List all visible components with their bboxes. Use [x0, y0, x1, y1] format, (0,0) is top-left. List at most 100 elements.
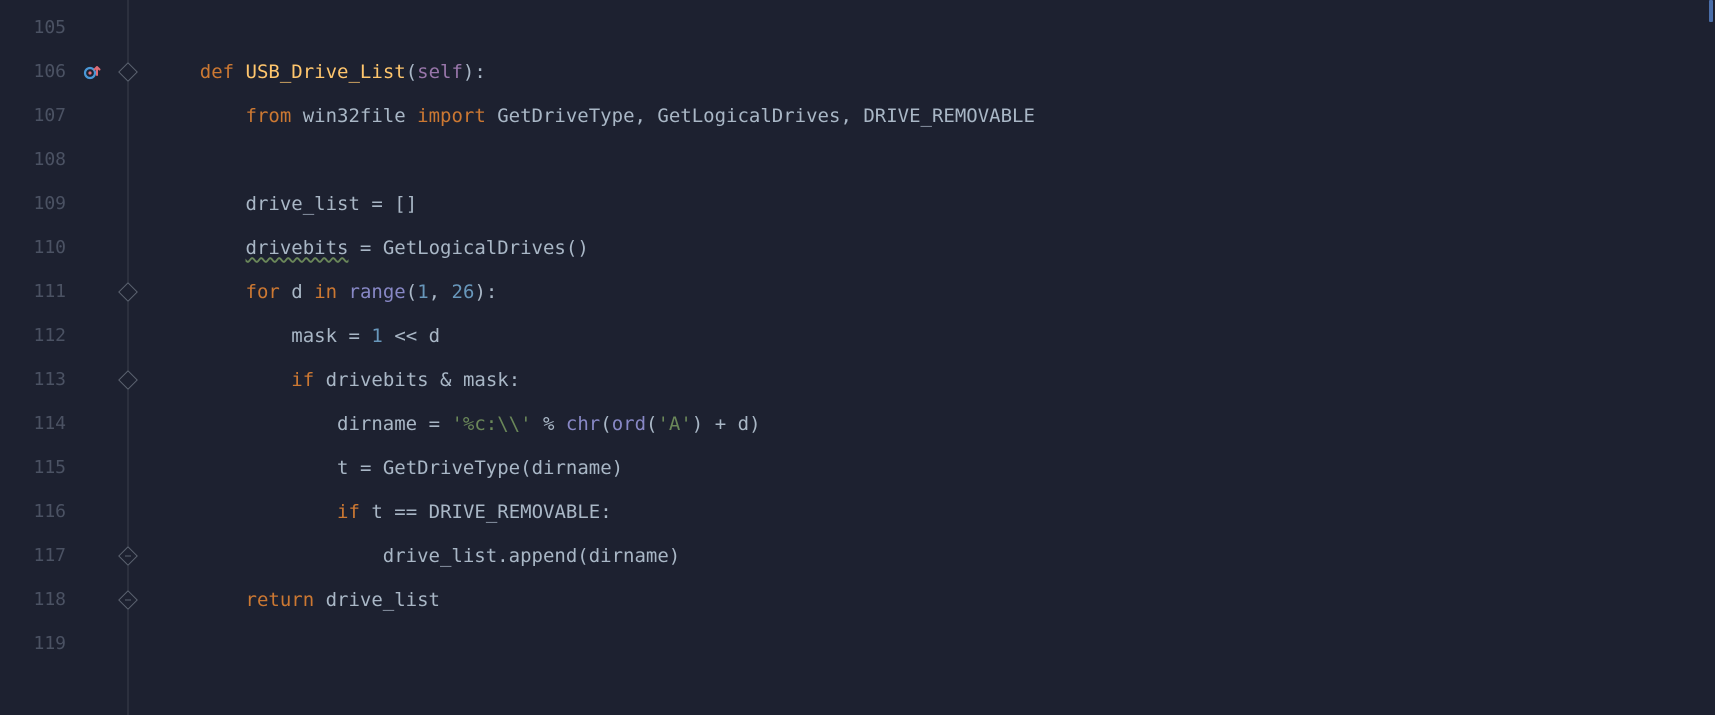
- keyword-if: if: [337, 503, 360, 522]
- gutter: 105 106 107 108 109 110 111 112 113 114 …: [0, 0, 110, 715]
- gutter-line[interactable]: 114: [0, 402, 110, 446]
- self-param: self: [417, 63, 463, 82]
- fold-row: [110, 622, 146, 666]
- indent: [154, 283, 246, 302]
- line-number: 105: [33, 19, 66, 37]
- keyword-import: import: [417, 107, 486, 126]
- fold-row: [110, 490, 146, 534]
- fold-row: [110, 270, 146, 314]
- gutter-line[interactable]: 117: [0, 534, 110, 578]
- line-number: 112: [33, 327, 66, 345]
- code-line[interactable]: if drivebits & mask:: [146, 358, 1715, 402]
- gutter-line[interactable]: 109: [0, 182, 110, 226]
- gutter-line[interactable]: 105: [0, 6, 110, 50]
- fold-row: [110, 578, 146, 622]
- fold-marker-icon[interactable]: [118, 590, 138, 610]
- scrollbar-marker[interactable]: [1709, 0, 1713, 22]
- code-line[interactable]: dirname = '%c:\\' % chr(ord('A') + d): [146, 402, 1715, 446]
- line-number: 110: [33, 239, 66, 257]
- code-line[interactable]: t = GetDriveType(dirname): [146, 446, 1715, 490]
- code-line[interactable]: [146, 138, 1715, 182]
- indent: [154, 547, 383, 566]
- indent: [154, 503, 337, 522]
- indent: [154, 459, 337, 478]
- code-line[interactable]: for d in range(1, 26):: [146, 270, 1715, 314]
- fold-row: [110, 226, 146, 270]
- indent: [154, 591, 246, 610]
- fold-row: [110, 94, 146, 138]
- gutter-line[interactable]: 108: [0, 138, 110, 182]
- fold-marker-icon[interactable]: [118, 546, 138, 566]
- gutter-line[interactable]: 116: [0, 490, 110, 534]
- line-number: 116: [33, 503, 66, 521]
- builtin-range: range: [349, 283, 406, 302]
- line-number: 109: [33, 195, 66, 213]
- warning-underline: drivebits: [246, 239, 349, 258]
- commit-arrow-icon[interactable]: [82, 61, 104, 83]
- line-number: 106: [33, 63, 66, 81]
- code-line[interactable]: mask = 1 << d: [146, 314, 1715, 358]
- code-editor: 105 106 107 108 109 110 111 112 113 114 …: [0, 0, 1715, 715]
- gutter-line[interactable]: 112: [0, 314, 110, 358]
- line-number: 115: [33, 459, 66, 477]
- code-line[interactable]: def USB_Drive_List(self):: [146, 50, 1715, 94]
- code-line[interactable]: [146, 622, 1715, 666]
- gutter-line[interactable]: 107: [0, 94, 110, 138]
- fold-marker-icon[interactable]: [118, 62, 138, 82]
- module-name: win32file: [303, 107, 406, 126]
- indent: [154, 107, 246, 126]
- builtin-ord: ord: [612, 415, 646, 434]
- keyword-from: from: [246, 107, 292, 126]
- fold-marker-icon[interactable]: [118, 370, 138, 390]
- keyword-def: def: [200, 63, 234, 82]
- fold-row: [110, 6, 146, 50]
- gutter-line[interactable]: 110: [0, 226, 110, 270]
- scrollbar-track[interactable]: [1701, 0, 1715, 715]
- line-number: 118: [33, 591, 66, 609]
- fold-row: [110, 358, 146, 402]
- indent: [154, 63, 200, 82]
- code-line[interactable]: return drive_list: [146, 578, 1715, 622]
- keyword-if: if: [291, 371, 314, 390]
- gutter-line[interactable]: 119: [0, 622, 110, 666]
- builtin-chr: chr: [566, 415, 600, 434]
- string-literal: '%c:\\': [451, 415, 531, 434]
- gutter-line[interactable]: 106: [0, 50, 110, 94]
- keyword-return: return: [246, 591, 315, 610]
- fold-row: [110, 314, 146, 358]
- line-number: 117: [33, 547, 66, 565]
- line-number: 107: [33, 107, 66, 125]
- gutter-line[interactable]: 111: [0, 270, 110, 314]
- keyword-for: for: [246, 283, 280, 302]
- fold-row: [110, 534, 146, 578]
- code-line[interactable]: if t == DRIVE_REMOVABLE:: [146, 490, 1715, 534]
- indent: [154, 327, 291, 346]
- fold-row: [110, 50, 146, 94]
- fold-marker-icon[interactable]: [118, 282, 138, 302]
- indent: [154, 195, 246, 214]
- string-literal: 'A': [657, 415, 691, 434]
- indent: [154, 239, 246, 258]
- gutter-line[interactable]: 115: [0, 446, 110, 490]
- code-area[interactable]: def USB_Drive_List(self): from win32file…: [146, 0, 1715, 715]
- fold-row: [110, 446, 146, 490]
- fold-column: [110, 0, 146, 715]
- code-line[interactable]: drive_list = []: [146, 182, 1715, 226]
- indent: [154, 371, 291, 390]
- gutter-line[interactable]: 118: [0, 578, 110, 622]
- line-number: 111: [33, 283, 66, 301]
- code-line[interactable]: drivebits = GetLogicalDrives(): [146, 226, 1715, 270]
- fold-row: [110, 402, 146, 446]
- fold-row: [110, 182, 146, 226]
- code-line[interactable]: [146, 6, 1715, 50]
- gutter-line[interactable]: 113: [0, 358, 110, 402]
- line-number: 108: [33, 151, 66, 169]
- code-line[interactable]: drive_list.append(dirname): [146, 534, 1715, 578]
- line-number: 114: [33, 415, 66, 433]
- line-number: 119: [33, 635, 66, 653]
- line-number: 113: [33, 371, 66, 389]
- indent: [154, 415, 337, 434]
- function-name: USB_Drive_List: [246, 63, 406, 82]
- keyword-in: in: [314, 283, 337, 302]
- code-line[interactable]: from win32file import GetDriveType, GetL…: [146, 94, 1715, 138]
